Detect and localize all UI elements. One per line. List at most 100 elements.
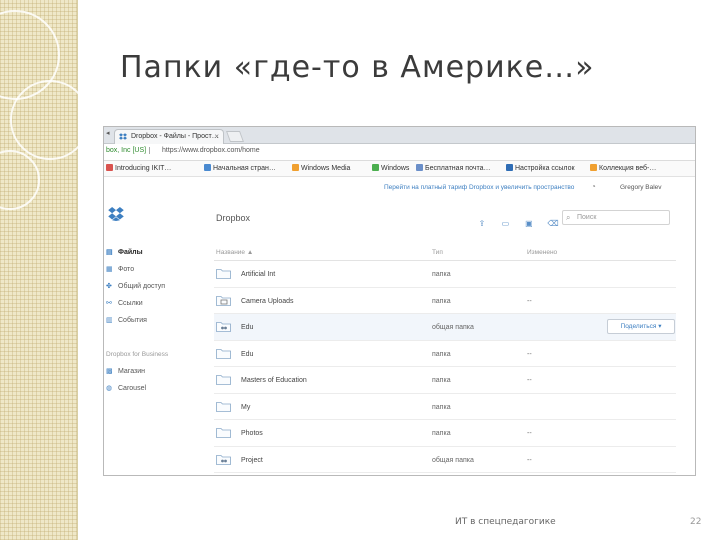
file-type: папка bbox=[432, 377, 451, 384]
slide-footer: ИТ в спецпедагогике bbox=[455, 517, 556, 527]
camera-folder-icon bbox=[216, 295, 231, 306]
upload-icon[interactable]: ⇪ bbox=[477, 219, 487, 228]
file-name[interactable]: Masters of Education bbox=[241, 377, 307, 384]
bookmark-item[interactable]: Windows bbox=[372, 164, 409, 172]
search-input[interactable]: ⌕ Поиск bbox=[562, 210, 670, 225]
file-type: папка bbox=[432, 271, 451, 278]
shared-folder-icon bbox=[216, 454, 231, 465]
bookmark-icon bbox=[590, 164, 597, 171]
file-modified: -- bbox=[527, 377, 532, 384]
file-modified: -- bbox=[527, 430, 532, 437]
sidebar-item-store[interactable]: ▩ Магазин bbox=[106, 367, 145, 375]
files-icon: ▤ bbox=[106, 249, 113, 256]
sidebar-item-carousel[interactable]: ◍ Carousel bbox=[106, 384, 146, 392]
sharing-icon: ✤ bbox=[106, 283, 112, 290]
carousel-icon: ◍ bbox=[106, 385, 113, 392]
bookmark-item[interactable]: Настройка ссылок bbox=[506, 164, 575, 172]
decorative-circle bbox=[10, 80, 90, 160]
tab-title: Dropbox - Файлы - Прост… bbox=[131, 133, 219, 140]
bookmark-item[interactable]: Introducing IKIT… bbox=[106, 164, 171, 172]
folder-icon bbox=[216, 401, 231, 412]
folder-icon bbox=[216, 348, 231, 359]
bookmark-icon bbox=[506, 164, 513, 171]
file-list: Название ▲ Тип Изменено Artificial Int па… bbox=[214, 243, 676, 473]
url-text[interactable]: https://www.dropbox.com/home bbox=[162, 147, 260, 154]
share-button[interactable]: Поделиться ▾ bbox=[607, 319, 675, 334]
file-type: общая папка bbox=[432, 456, 474, 464]
dropbox-logo-icon[interactable] bbox=[108, 207, 124, 221]
file-row[interactable]: Project общая папка -- bbox=[214, 447, 676, 473]
sidebar-item-events[interactable]: ▥ События bbox=[106, 316, 147, 324]
file-name[interactable]: Edu bbox=[241, 351, 253, 358]
events-icon: ▥ bbox=[106, 317, 113, 324]
file-name[interactable]: My bbox=[241, 404, 250, 411]
file-type: папка bbox=[432, 297, 451, 305]
page-number: 22 bbox=[690, 517, 702, 527]
sidebar-section-heading: Dropbox for Business bbox=[106, 351, 169, 358]
new-tab-button[interactable] bbox=[225, 131, 245, 142]
file-type: папка bbox=[432, 403, 451, 411]
browser-tab[interactable]: Dropbox - Файлы - Прост… × bbox=[114, 129, 224, 144]
browser-window: ◂ Dropbox - Файлы - Прост… × box, Inc [U… bbox=[103, 126, 696, 476]
bookmarks-bar: Introducing IKIT… Начальная стран… Windo… bbox=[104, 161, 695, 177]
tab-bar: ◂ Dropbox - Файлы - Прост… × bbox=[104, 127, 695, 144]
folder-icon bbox=[216, 428, 231, 438]
column-header-name[interactable]: Название ▲ bbox=[216, 249, 253, 256]
file-row[interactable]: Camera Uploads папка -- bbox=[214, 288, 676, 314]
dropbox-top-bar: Перейти на платный тариф Dropbox и увели… bbox=[104, 177, 695, 199]
ev-certificate-badge[interactable]: box, Inc [US] bbox=[106, 147, 151, 154]
dropbox-favicon-icon bbox=[119, 133, 127, 140]
store-icon: ▩ bbox=[106, 368, 113, 375]
dropbox-heading: Dropbox bbox=[216, 213, 251, 223]
file-row[interactable]: Edu папка -- bbox=[214, 341, 676, 367]
file-row[interactable]: Photos папка -- bbox=[214, 420, 676, 447]
file-type: общая папка bbox=[432, 324, 474, 331]
file-name[interactable]: Edu bbox=[241, 324, 253, 331]
sidebar-item-links[interactable]: ⚯ Ссылки bbox=[106, 299, 143, 307]
file-row[interactable]: Masters of Education папка -- bbox=[214, 367, 676, 394]
bookmark-item[interactable]: Коллекция веб-… bbox=[590, 164, 656, 172]
slide-title: Папки «где-то в Америке…» bbox=[120, 50, 595, 85]
file-name[interactable]: Artificial Int bbox=[241, 271, 275, 278]
file-list-header: Название ▲ Тип Изменено bbox=[214, 243, 676, 261]
file-modified: -- bbox=[527, 350, 532, 358]
file-name[interactable]: Camera Uploads bbox=[241, 298, 294, 305]
user-menu[interactable]: Gregory Balev bbox=[620, 184, 662, 191]
bookmark-icon bbox=[204, 164, 211, 171]
bookmark-icon bbox=[106, 164, 113, 171]
bookmark-icon bbox=[416, 164, 423, 171]
file-toolbar: ⇪ ▭ ▣ ⌫ bbox=[477, 213, 566, 231]
new-folder-icon[interactable]: ▭ bbox=[500, 219, 510, 228]
sidebar-item-photos[interactable]: ▦ Фото bbox=[106, 265, 134, 273]
photos-icon: ▦ bbox=[106, 266, 113, 273]
bookmark-item[interactable]: Бесплатная почта… bbox=[416, 164, 491, 172]
file-type: папка bbox=[432, 430, 451, 437]
file-name[interactable]: Project bbox=[241, 457, 263, 464]
file-row[interactable]: Artificial Int папка bbox=[214, 261, 676, 288]
file-modified: -- bbox=[527, 297, 532, 305]
shared-folder-icon[interactable]: ▣ bbox=[524, 219, 534, 228]
windows-icon bbox=[372, 164, 379, 171]
windows-icon bbox=[292, 164, 299, 171]
column-header-modified[interactable]: Изменено bbox=[527, 249, 557, 256]
tab-menu-icon[interactable]: ◂ bbox=[106, 129, 110, 137]
tab-close-icon[interactable]: × bbox=[214, 130, 219, 143]
file-row[interactable]: Edu общая папка Поделиться ▾ bbox=[214, 314, 676, 341]
bookmark-item[interactable]: Начальная стран… bbox=[204, 164, 276, 172]
sidebar-item-sharing[interactable]: ✤ Общий доступ bbox=[106, 282, 165, 290]
file-name[interactable]: Photos bbox=[241, 430, 263, 437]
file-type: папка bbox=[432, 350, 451, 358]
links-icon: ⚯ bbox=[106, 300, 112, 307]
upgrade-link[interactable]: Перейти на платный тариф Dropbox и увели… bbox=[384, 184, 574, 191]
file-row[interactable]: My папка bbox=[214, 394, 676, 420]
decorative-circle bbox=[0, 150, 40, 210]
delete-icon[interactable]: ⌫ bbox=[547, 219, 558, 228]
column-header-type[interactable]: Тип bbox=[432, 249, 443, 256]
bookmark-item[interactable]: Windows Media bbox=[292, 164, 350, 172]
sidebar-item-files[interactable]: ▤ Файлы bbox=[106, 248, 143, 256]
notification-bell-icon[interactable]: ◔ bbox=[591, 182, 596, 191]
decorative-strip bbox=[0, 0, 90, 540]
search-icon: ⌕ bbox=[566, 213, 571, 222]
address-bar[interactable]: box, Inc [US] https://www.dropbox.com/ho… bbox=[104, 144, 695, 161]
search-placeholder: Поиск bbox=[577, 214, 597, 221]
